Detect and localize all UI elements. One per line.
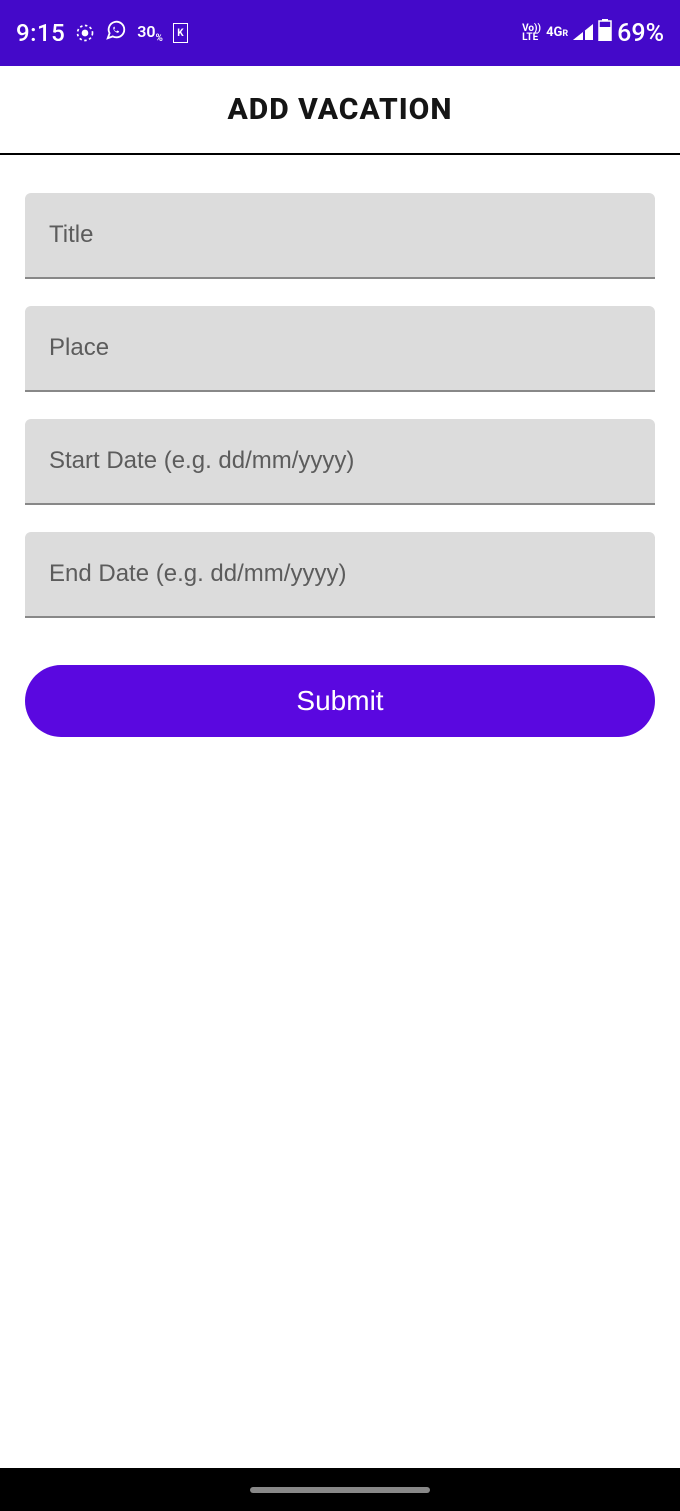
notification-percent: 30% xyxy=(137,22,163,44)
signal-icon xyxy=(573,21,593,46)
status-right: Vo)) LTE 4GR 69% xyxy=(522,19,664,48)
power-save-icon: K xyxy=(173,23,188,43)
whatsapp-icon xyxy=(105,19,127,47)
page-title: ADD VACATION xyxy=(228,92,453,127)
status-bar: 9:15 30% K Vo)) LTE 4GR xyxy=(0,0,680,66)
volte-icon: Vo)) LTE xyxy=(522,24,541,42)
place-field[interactable] xyxy=(25,306,655,392)
battery-percent: 69% xyxy=(617,19,664,48)
battery-icon xyxy=(598,19,612,47)
end-date-field[interactable] xyxy=(25,532,655,618)
vacation-form: Submit xyxy=(0,155,680,737)
start-date-field[interactable] xyxy=(25,419,655,505)
app-header: ADD VACATION xyxy=(0,66,680,155)
system-nav-bar xyxy=(0,1468,680,1511)
status-left: 9:15 30% K xyxy=(16,19,188,47)
home-indicator[interactable] xyxy=(250,1487,430,1493)
fourg-icon: 4GR xyxy=(546,28,568,39)
target-icon xyxy=(75,23,95,43)
title-field[interactable] xyxy=(25,193,655,279)
status-time: 9:15 xyxy=(16,19,65,47)
submit-button[interactable]: Submit xyxy=(25,665,655,737)
